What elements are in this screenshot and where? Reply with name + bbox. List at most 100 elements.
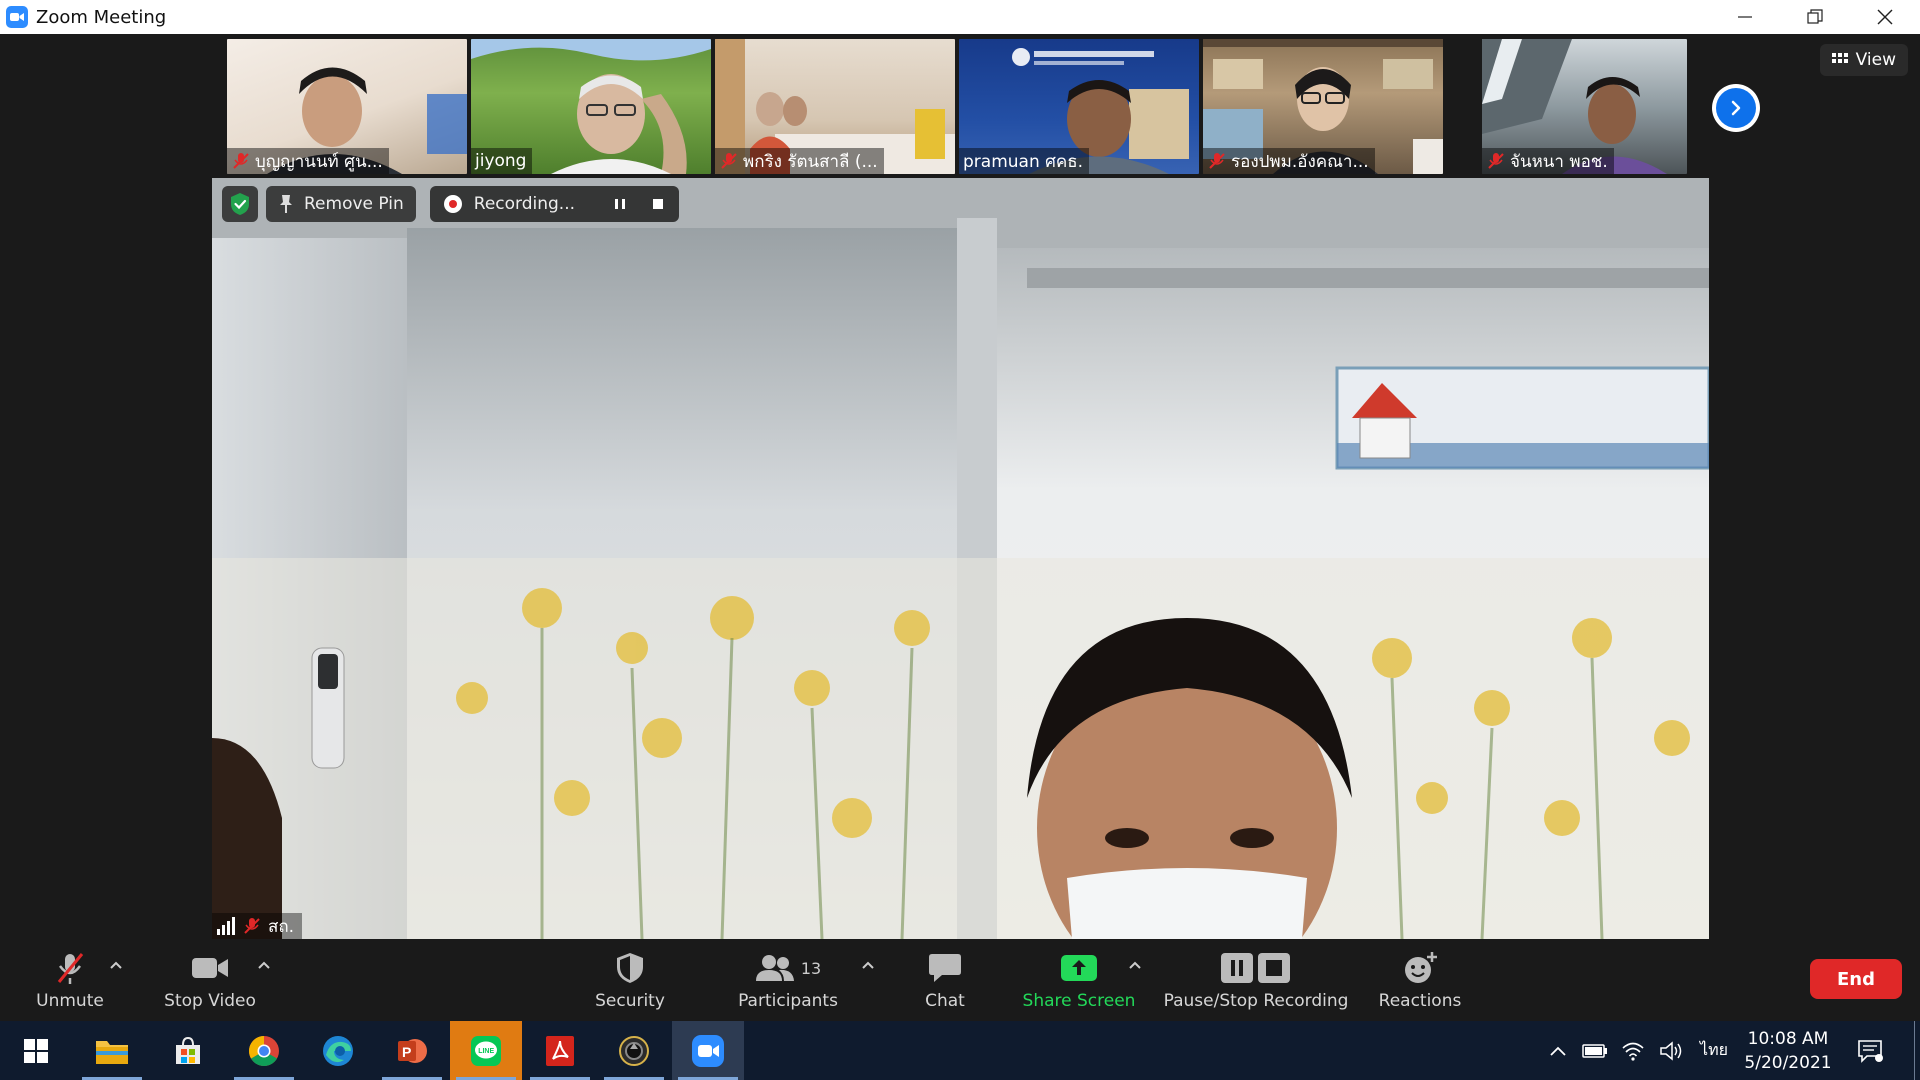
- taskbar-line[interactable]: LINE: [450, 1021, 522, 1080]
- show-hidden-icons-button[interactable]: [1540, 1046, 1576, 1056]
- participant-name-label: jiyong: [471, 148, 533, 174]
- pin-icon: [280, 195, 292, 213]
- microphone-muted-icon: [233, 153, 249, 169]
- volume-icon[interactable]: [1652, 1040, 1690, 1061]
- encryption-shield-icon[interactable]: [222, 186, 258, 222]
- meeting-toolbar: Unmute Stop Video Security 13 Participan…: [0, 939, 1920, 1021]
- recording-indicator: Recording...: [429, 186, 680, 222]
- wifi-icon[interactable]: [1614, 1041, 1652, 1061]
- folder-icon: [96, 1040, 128, 1064]
- reactions-button[interactable]: Reactions: [1378, 939, 1462, 1021]
- next-page-button[interactable]: [1712, 84, 1760, 132]
- stop-icon: [653, 199, 664, 209]
- clock-date: 5/20/2021: [1744, 1053, 1832, 1073]
- view-button[interactable]: View: [1819, 44, 1908, 76]
- participant-thumbnail-strip: บุญญานนท์ ศูน... jiyong พกริง รัตนสาลี (…: [227, 39, 1692, 174]
- chevron-up-icon: [1129, 961, 1141, 969]
- microphone-muted-icon: [1488, 153, 1504, 169]
- pause-icon: [615, 199, 626, 209]
- chevron-up-icon: [1550, 1046, 1566, 1056]
- microphone-muted-icon: [1209, 153, 1225, 169]
- zoom-icon: [692, 1034, 724, 1067]
- powerpoint-icon: P: [398, 1038, 427, 1063]
- pause-stop-recording-button[interactable]: Pause/Stop Recording: [1163, 939, 1349, 1021]
- taskbar-microsoft-store[interactable]: [152, 1021, 224, 1080]
- share-options-caret[interactable]: [1129, 957, 1141, 973]
- line-app-icon: LINE: [471, 1035, 501, 1066]
- window-title: Zoom Meeting: [36, 6, 167, 28]
- window-controls: [1710, 0, 1920, 34]
- unmute-button[interactable]: Unmute: [30, 939, 110, 1021]
- title-bar: Zoom Meeting: [0, 0, 1920, 34]
- close-button[interactable]: [1850, 0, 1920, 34]
- pause-recording-button[interactable]: [605, 189, 635, 219]
- taskbar-file-explorer[interactable]: [76, 1021, 148, 1080]
- taskbar-powerpoint[interactable]: P: [376, 1021, 448, 1080]
- chevron-right-icon: [1716, 88, 1756, 128]
- action-center-button[interactable]: [1850, 1021, 1890, 1080]
- taskbar-camera-app[interactable]: [598, 1021, 670, 1080]
- participants-icon: 13: [755, 949, 821, 987]
- stop-video-button[interactable]: Stop Video: [160, 939, 260, 1021]
- windows-taskbar: P LINE ไทย 10:08 AM 5/20/2021: [0, 1021, 1920, 1080]
- meeting-area: บุญญานนท์ ศูน... jiyong พกริง รัตนสาลี (…: [0, 34, 1920, 939]
- signal-strength-icon: [217, 917, 235, 935]
- taskbar-chrome[interactable]: [228, 1021, 300, 1080]
- chat-button[interactable]: Chat: [905, 939, 985, 1021]
- grid-view-icon: [1831, 53, 1848, 63]
- participant-thumbnail[interactable]: pramuan ศคธ.: [959, 39, 1199, 174]
- minimize-button[interactable]: [1710, 0, 1780, 34]
- chevron-up-icon: [258, 961, 270, 969]
- pin-toolbar: Remove Pin Recording...: [222, 186, 680, 222]
- participant-thumbnail[interactable]: jiyong: [471, 39, 711, 174]
- participant-name-label: รองปพม.อังคณา...: [1203, 148, 1375, 174]
- end-meeting-button[interactable]: End: [1810, 959, 1902, 999]
- remove-pin-button[interactable]: Remove Pin: [266, 186, 416, 222]
- edge-icon: [323, 1035, 353, 1066]
- recording-dot-icon: [443, 195, 462, 213]
- pause-stop-recording-icon: [1220, 949, 1292, 987]
- system-tray: ไทย: [1540, 1021, 1738, 1080]
- participant-thumbnail[interactable]: จันหนา พอช.: [1482, 39, 1687, 174]
- security-button[interactable]: Security: [590, 939, 670, 1021]
- camera-lens-icon: [619, 1035, 649, 1066]
- show-desktop-strip[interactable]: [1914, 1021, 1920, 1080]
- clock-time: 10:08 AM: [1747, 1029, 1829, 1049]
- taskbar-zoom[interactable]: [672, 1021, 744, 1080]
- participant-thumbnail[interactable]: รองปพม.อังคณา...: [1203, 39, 1443, 174]
- participant-name-label: พกริง รัตนสาลี (...: [715, 148, 884, 174]
- microphone-muted-icon: [721, 153, 737, 169]
- active-speaker-video: Remove Pin Recording... สถ.: [212, 178, 1709, 939]
- smiley-add-icon: [1402, 949, 1438, 987]
- shield-icon: [615, 949, 645, 987]
- taskbar-acrobat[interactable]: [524, 1021, 596, 1080]
- participant-name-label: บุญญานนท์ ศูน...: [227, 148, 389, 174]
- restore-button[interactable]: [1780, 0, 1850, 34]
- microphone-muted-icon: [244, 918, 260, 934]
- participants-button[interactable]: 13 Participants: [733, 939, 843, 1021]
- chevron-up-icon: [110, 961, 122, 969]
- share-screen-button[interactable]: Share Screen: [1020, 939, 1138, 1021]
- chrome-icon: [248, 1035, 279, 1066]
- participants-options-caret[interactable]: [862, 957, 874, 973]
- store-bag-icon: [176, 1036, 200, 1064]
- chevron-up-icon: [862, 961, 874, 969]
- battery-icon[interactable]: [1576, 1043, 1614, 1059]
- view-label: View: [1855, 50, 1896, 70]
- speaker-video-image: [212, 178, 1709, 939]
- video-options-caret[interactable]: [258, 957, 270, 973]
- chat-bubble-icon: [928, 949, 962, 987]
- taskbar-clock[interactable]: 10:08 AM 5/20/2021: [1728, 1027, 1848, 1075]
- svg-text:LINE: LINE: [478, 1048, 494, 1055]
- speaker-name-label: สถ.: [212, 913, 303, 939]
- acrobat-icon: [546, 1035, 574, 1066]
- video-camera-icon: [191, 949, 229, 987]
- taskbar-edge[interactable]: [302, 1021, 374, 1080]
- stop-recording-button[interactable]: [643, 189, 673, 219]
- participant-thumbnail[interactable]: บุญญานนท์ ศูน...: [227, 39, 467, 174]
- audio-options-caret[interactable]: [110, 957, 122, 973]
- zoom-app-icon: [6, 6, 28, 28]
- windows-start-button[interactable]: [0, 1021, 72, 1080]
- svg-text:P: P: [402, 1044, 411, 1060]
- participant-thumbnail[interactable]: พกริง รัตนสาลี (...: [715, 39, 955, 174]
